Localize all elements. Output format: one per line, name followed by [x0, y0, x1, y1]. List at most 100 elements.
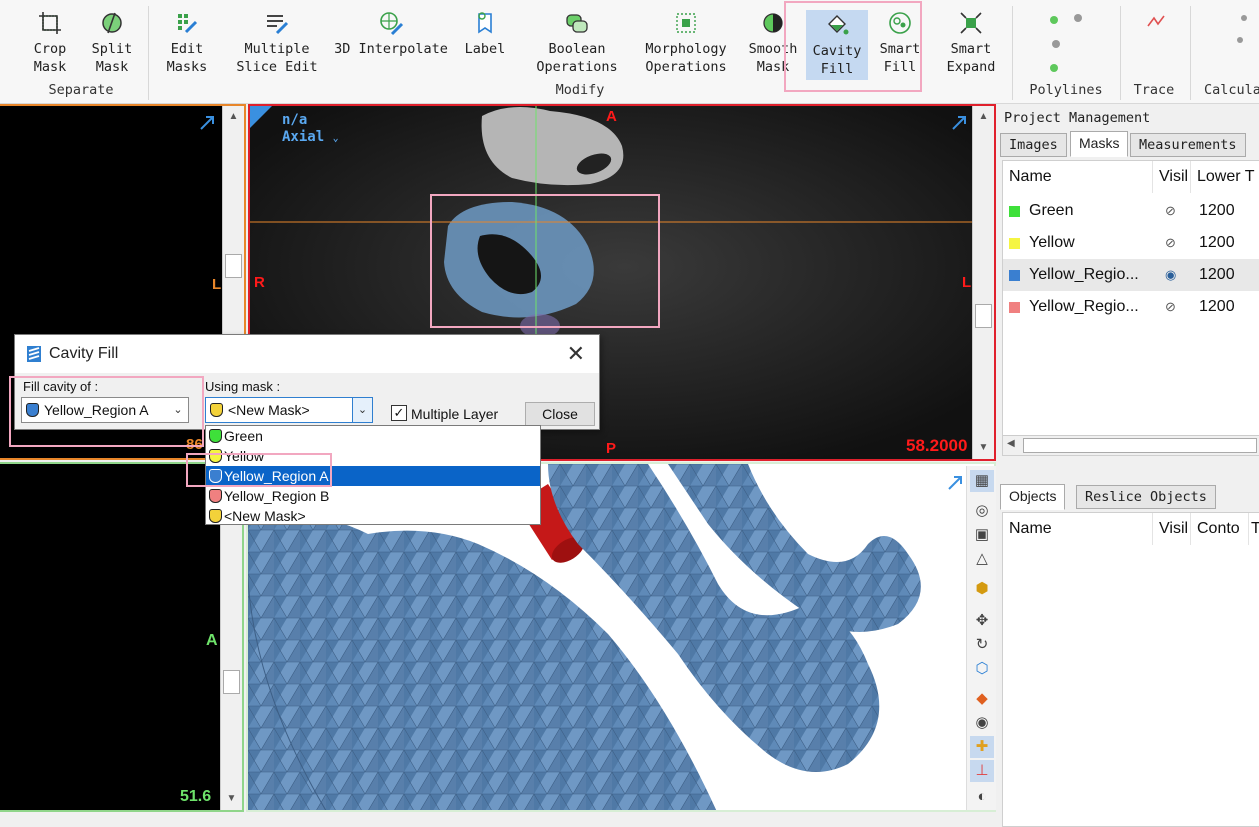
split-mask-label: Split Mask [91, 41, 133, 75]
scroll-up-icon[interactable]: ▲ [223, 108, 244, 126]
list-item[interactable]: Green [206, 426, 540, 446]
list-item[interactable]: Yellow [206, 446, 540, 466]
column-contour[interactable]: Conto [1191, 513, 1249, 545]
scroll-left-icon[interactable]: ◀ [1007, 438, 1015, 449]
crosshair-tool-icon[interactable]: ✚ [970, 736, 994, 758]
edit-masks-button[interactable]: Edit Masks [158, 8, 216, 84]
eye-hidden-icon[interactable]: ⊘ [1165, 227, 1176, 259]
eye-hidden-icon[interactable]: ⊘ [1165, 291, 1176, 323]
fill-cavity-select[interactable]: Yellow_Region A ⌄ [21, 397, 189, 423]
crop-mask-button[interactable]: Crop Mask [22, 8, 78, 84]
object-tool-icon[interactable]: ⬢ [970, 578, 994, 600]
column-visible[interactable]: Visil [1153, 513, 1191, 545]
list-item[interactable]: Yellow_Region B [206, 486, 540, 506]
tab-images[interactable]: Images [1000, 133, 1067, 157]
using-mask-dropdown-list: Green Yellow Yellow_Region A Yellow_Regi… [205, 425, 541, 525]
table-row[interactable]: Yellow_Regio... ◉ 1200 [1003, 259, 1259, 291]
list-item[interactable]: <New Mask> [206, 506, 540, 526]
close-icon[interactable]: ✕ [567, 341, 585, 367]
calculate-tools[interactable] [1232, 10, 1256, 50]
axial-orientation-label: Axial [282, 129, 325, 145]
multiple-slice-edit-button[interactable]: Multiple Slice Edit [232, 8, 322, 84]
trace-tool[interactable] [1144, 10, 1168, 34]
lower-threshold-value: 1200 [1199, 234, 1235, 251]
scroll-thumb[interactable] [1023, 438, 1257, 453]
color-swatch [1009, 238, 1020, 249]
close-button[interactable]: Close [525, 402, 595, 426]
axial-scrollbar[interactable]: ▲ ▼ [972, 106, 994, 459]
contrast-tool-icon[interactable]: ◐ [970, 786, 994, 808]
eye-icon[interactable]: ◉ [970, 712, 994, 734]
split-mask-button[interactable]: Split Mask [84, 8, 140, 84]
edit-masks-label: Edit Masks [166, 41, 208, 75]
3d-interpolate-button[interactable]: 3D Interpolate [332, 8, 450, 84]
horizontal-scrollbar[interactable]: ◀ [1003, 435, 1259, 455]
smart-expand-button[interactable]: Smart Expand [942, 8, 1000, 84]
cube-view-icon[interactable]: ⬡ [970, 658, 994, 680]
list-item-selected[interactable]: Yellow_Region A [206, 466, 540, 486]
multiple-layer-checkbox[interactable]: ✓ [391, 405, 407, 421]
table-row[interactable]: Yellow_Regio... ⊘ 1200 [1003, 291, 1259, 323]
option-label: <New Mask> [224, 508, 306, 524]
column-lower-threshold[interactable]: Lower T [1191, 161, 1259, 193]
shapes-tool-icon[interactable]: ◎ [970, 500, 994, 522]
morphology-operations-button[interactable]: Morphology Operations [640, 8, 732, 84]
scroll-thumb[interactable] [225, 254, 242, 278]
color-swatch [1009, 206, 1020, 217]
left-top-side-label: L [212, 276, 222, 293]
axes-view-icon[interactable]: ◆ [970, 688, 994, 710]
crop-box-tool-icon[interactable]: ▣ [970, 524, 994, 546]
tab-measurements[interactable]: Measurements [1130, 133, 1246, 157]
mask-name: Yellow_Regio... [1029, 298, 1139, 315]
color-swatch [1009, 302, 1020, 313]
dialog-titlebar[interactable]: Cavity Fill ✕ [15, 335, 599, 373]
tab-reslice-objects[interactable]: Reslice Objects [1076, 485, 1216, 509]
scroll-down-icon[interactable]: ▼ [221, 790, 242, 808]
measure-tool-icon[interactable]: △ [970, 548, 994, 570]
label-button[interactable]: Label [460, 8, 510, 84]
label-label: Label [464, 41, 506, 57]
table-row[interactable]: Yellow ⊘ 1200 [1003, 227, 1259, 259]
axial-orientation-dropdown[interactable]: Axial ⌄ [282, 129, 339, 145]
scroll-thumb[interactable] [975, 304, 992, 328]
option-label: Yellow [224, 448, 264, 464]
group-label-separate: Separate [48, 82, 114, 98]
ribbon-separator [1190, 6, 1191, 100]
boolean-operations-icon [566, 14, 588, 33]
polylines-tools[interactable] [1040, 10, 1100, 76]
option-label: Yellow_Region A [224, 468, 329, 484]
column-visible[interactable]: Visil [1153, 161, 1191, 193]
cavity-fill-button[interactable]: Cavity Fill [806, 10, 868, 80]
smooth-mask-button[interactable]: Smooth Mask [744, 8, 802, 84]
group-label-polylines: Polylines [1029, 82, 1103, 98]
app-logo-icon [27, 346, 41, 362]
eye-hidden-icon[interactable]: ⊘ [1165, 195, 1176, 227]
split-mask-icon [102, 12, 122, 34]
grid-tool-icon[interactable]: ▦ [970, 470, 994, 492]
column-name[interactable]: Name [1003, 161, 1153, 193]
tab-masks[interactable]: Masks [1070, 131, 1129, 157]
eye-icon[interactable]: ◉ [1165, 259, 1176, 291]
rotate-tool-icon[interactable]: ↻ [970, 634, 994, 656]
maximize-icon[interactable] [950, 114, 970, 132]
table-row[interactable]: Green ⊘ 1200 [1003, 195, 1259, 227]
axial-series-name: n/a [282, 112, 308, 128]
smart-fill-button[interactable]: Smart Fill [872, 8, 928, 84]
boolean-operations-button[interactable]: Boolean Operations [532, 8, 622, 84]
pan-tool-icon[interactable]: ✥ [970, 610, 994, 632]
column-t[interactable]: T [1249, 513, 1259, 545]
mask-name: Yellow_Regio... [1029, 266, 1139, 283]
axial-left-label: R [254, 274, 265, 291]
mask-icon [209, 489, 222, 503]
tab-objects[interactable]: Objects [1000, 484, 1066, 510]
axis-tool-icon[interactable]: ⊥ [970, 760, 994, 782]
axial-top-label: A [606, 108, 617, 125]
column-name[interactable]: Name [1003, 513, 1153, 545]
maximize-icon[interactable] [946, 474, 966, 492]
mask-name: Green [1029, 202, 1074, 219]
maximize-icon[interactable] [198, 114, 218, 132]
scroll-down-icon[interactable]: ▼ [973, 439, 994, 457]
scroll-up-icon[interactable]: ▲ [973, 108, 994, 126]
using-mask-select[interactable]: <New Mask> ⌄ [205, 397, 373, 423]
scroll-thumb[interactable] [223, 670, 240, 694]
